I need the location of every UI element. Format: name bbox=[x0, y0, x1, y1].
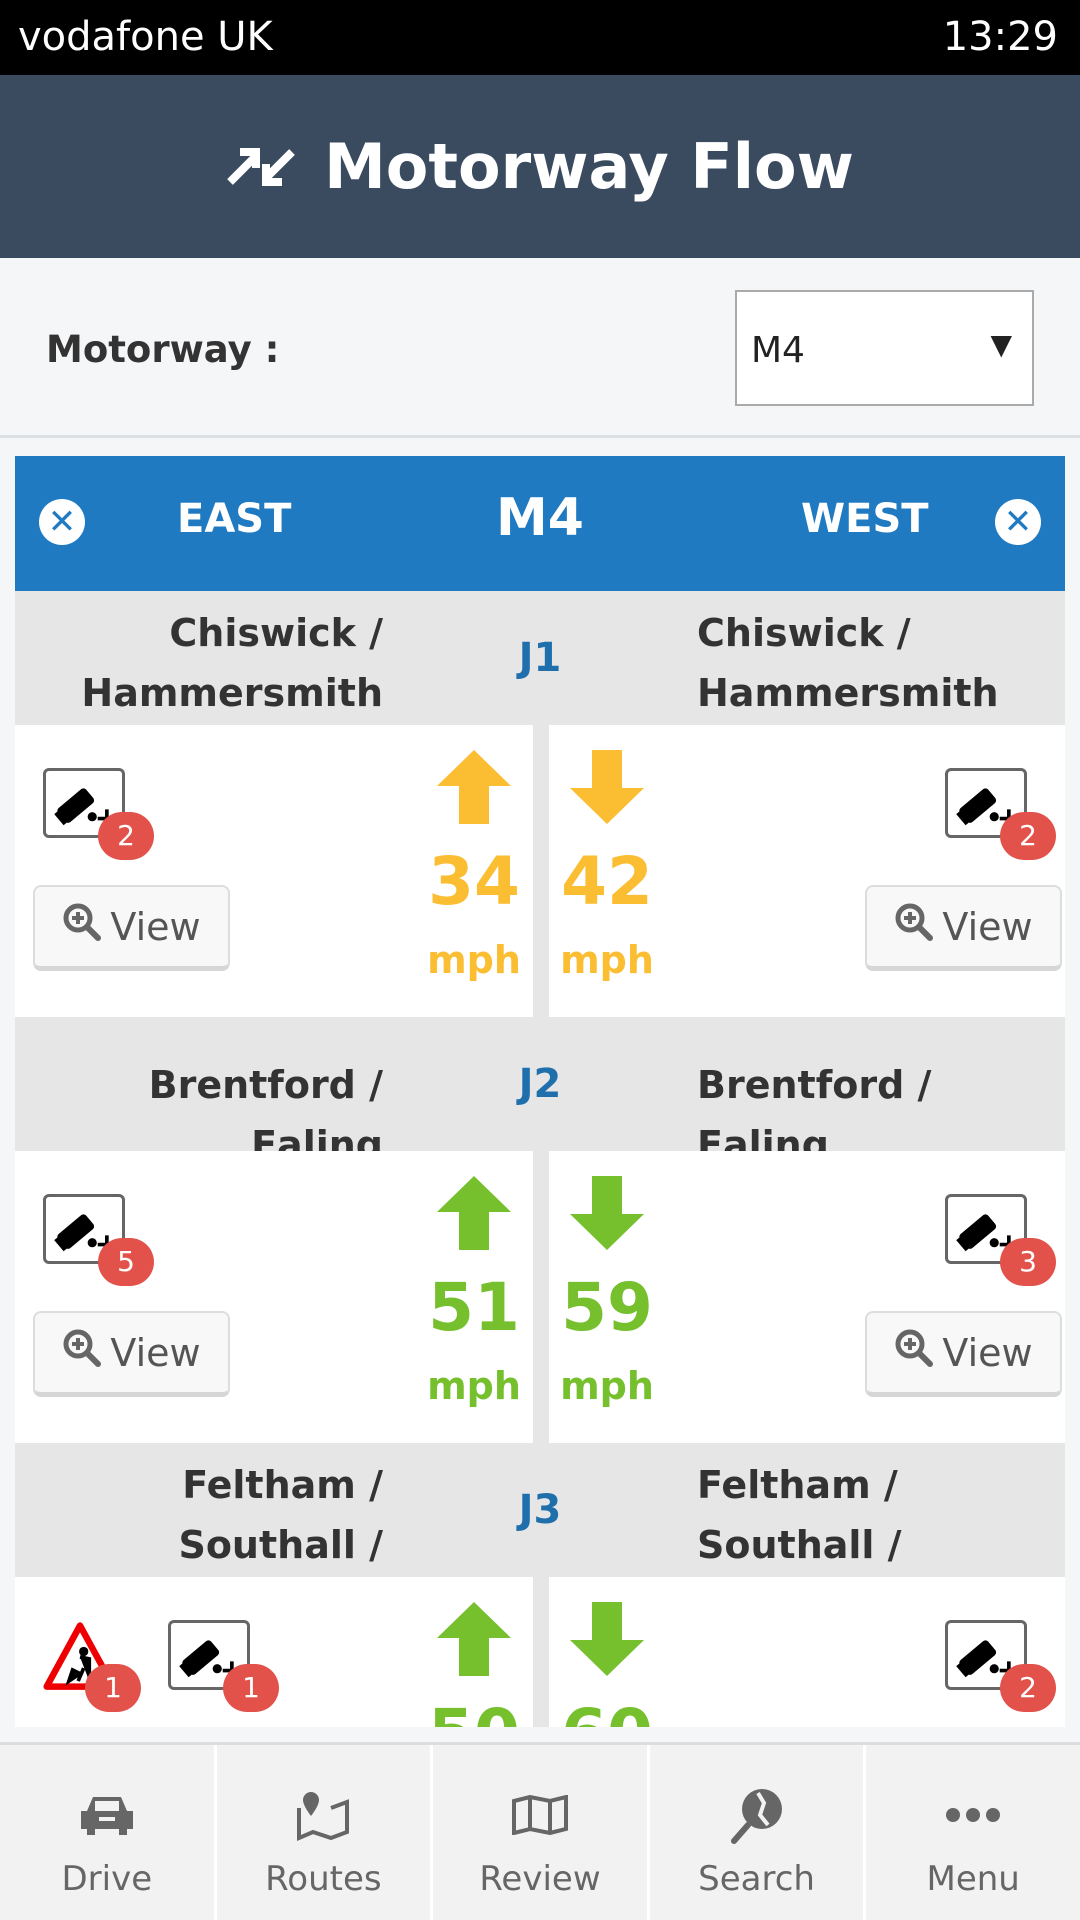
camera-count-badge: 3 bbox=[1000, 1238, 1056, 1286]
nav-label: Search bbox=[698, 1859, 815, 1899]
view-label: View bbox=[110, 904, 201, 949]
west-speed: 59 bbox=[561, 1269, 653, 1346]
east-card: 1 1 50 mph bbox=[15, 1577, 533, 1727]
camera-count-badge: 2 bbox=[98, 812, 154, 860]
east-speed-unit: mph bbox=[427, 938, 521, 982]
east-speed-unit: mph bbox=[427, 1364, 521, 1408]
map-pin-icon bbox=[295, 1785, 351, 1845]
motorway-label: Motorway : bbox=[46, 328, 280, 371]
east-speed: 34 bbox=[428, 843, 520, 920]
view-cameras-button[interactable]: View bbox=[865, 1311, 1062, 1397]
nav-label: Drive bbox=[61, 1859, 153, 1899]
west-speed-unit: mph bbox=[560, 938, 654, 982]
direction-bar: ✕ EAST M4 WEST ✕ bbox=[15, 456, 1065, 591]
east-card: 2 View 34 mph bbox=[15, 725, 533, 1017]
nav-item-routes[interactable]: Routes bbox=[217, 1745, 434, 1920]
west-speed-unit: mph bbox=[560, 1364, 654, 1408]
east-card: 5 View 51 mph bbox=[15, 1151, 533, 1443]
view-cameras-button[interactable]: View bbox=[33, 1311, 230, 1397]
arrow-up-icon bbox=[437, 1176, 511, 1250]
nav-label: Routes bbox=[265, 1859, 382, 1899]
nav-item-drive[interactable]: Drive bbox=[0, 1745, 217, 1920]
close-west-icon[interactable]: ✕ bbox=[995, 499, 1041, 545]
camera-count-badge: 5 bbox=[98, 1238, 154, 1286]
nav-item-review[interactable]: Review bbox=[433, 1745, 650, 1920]
junction-cards: 1 1 50 mph 60 mph 2 bbox=[15, 1577, 1065, 1727]
roadworks-count-badge: 1 bbox=[85, 1664, 141, 1712]
zoom-in-icon bbox=[62, 1328, 102, 1377]
junction-cards: 2 View 34 mph 42 mph 2 View bbox=[15, 725, 1065, 1017]
map-icon bbox=[511, 1785, 569, 1845]
west-card: 59 mph 3 View bbox=[549, 1151, 1065, 1443]
zoom-in-icon bbox=[894, 1328, 934, 1377]
camera-count-badge: 2 bbox=[1000, 812, 1056, 860]
direction-west: WEST bbox=[801, 496, 929, 542]
status-bar: vodafone UK 13:29 bbox=[0, 0, 1080, 75]
bottom-nav: Drive Routes Review Search Menu bbox=[0, 1742, 1080, 1920]
carrier: vodafone UK bbox=[18, 14, 273, 60]
nav-label: Menu bbox=[926, 1859, 1020, 1899]
junction-cards: 5 View 51 mph 59 mph 3 View bbox=[15, 1151, 1065, 1443]
arrow-down-icon bbox=[570, 1602, 644, 1676]
globe-search-icon bbox=[728, 1785, 786, 1845]
arrow-up-icon bbox=[437, 750, 511, 824]
arrow-down-icon bbox=[570, 1176, 644, 1250]
arrow-down-icon bbox=[570, 750, 644, 824]
nav-item-menu[interactable]: Menu bbox=[866, 1745, 1080, 1920]
clock: 13:29 bbox=[942, 14, 1058, 60]
view-cameras-button[interactable]: View bbox=[865, 885, 1062, 971]
view-label: View bbox=[942, 904, 1033, 949]
view-label: View bbox=[942, 1330, 1033, 1375]
camera-count-badge: 2 bbox=[1000, 1664, 1056, 1712]
motorway-flow-list[interactable]: ✕ EAST M4 WEST ✕ Chiswick / Hammersmith … bbox=[15, 456, 1065, 1727]
more-icon bbox=[945, 1785, 1001, 1845]
junction-header: Chiswick / Hammersmith J1 Chiswick / Ham… bbox=[15, 591, 1065, 725]
east-speed: 51 bbox=[428, 1269, 520, 1346]
camera-count-badge: 1 bbox=[223, 1664, 279, 1712]
zoom-in-icon bbox=[894, 902, 934, 951]
motorway-select[interactable]: M4 ▼ bbox=[735, 290, 1034, 406]
east-speed: 50 bbox=[404, 1695, 544, 1727]
nav-item-search[interactable]: Search bbox=[650, 1745, 867, 1920]
west-speed: 42 bbox=[561, 843, 653, 920]
motorway-select-value: M4 bbox=[751, 330, 805, 371]
junction-header: Brentford / Ealing J2 Brentford / Ealing bbox=[15, 1017, 1065, 1167]
caret-down-icon: ▼ bbox=[990, 328, 1012, 361]
west-card: 42 mph 2 View bbox=[549, 725, 1065, 1017]
nav-label: Review bbox=[479, 1859, 601, 1899]
junction-header: Feltham / Southall / Harrow J3 Feltham /… bbox=[15, 1443, 1065, 1627]
zoom-in-icon bbox=[62, 902, 102, 951]
west-exit-name: Chiswick / Hammersmith bbox=[697, 611, 999, 715]
page-title: Motorway Flow bbox=[324, 130, 854, 203]
app-header: Motorway Flow bbox=[0, 75, 1080, 258]
motorway-selector-row: Motorway : M4 ▼ bbox=[0, 258, 1080, 438]
arrows-in-out-icon bbox=[227, 147, 295, 186]
west-speed: 60 bbox=[537, 1695, 677, 1727]
west-card: 60 mph 2 bbox=[549, 1577, 1065, 1727]
view-label: View bbox=[110, 1330, 201, 1375]
car-icon bbox=[77, 1785, 137, 1845]
view-cameras-button[interactable]: View bbox=[33, 885, 230, 971]
arrow-up-icon bbox=[437, 1602, 511, 1676]
